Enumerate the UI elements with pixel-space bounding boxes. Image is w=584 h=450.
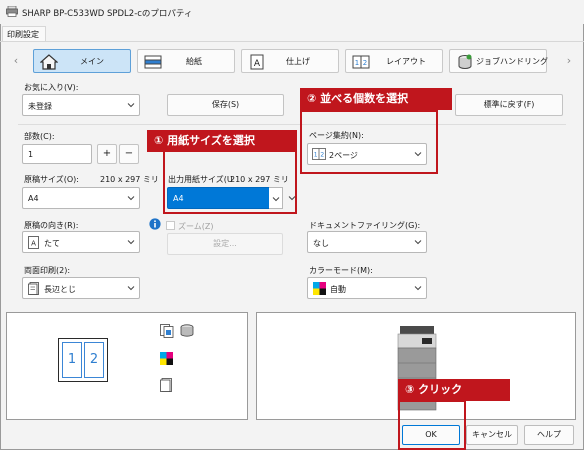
callout-paper-size-box [163,150,297,214]
svg-text:1: 1 [355,59,359,67]
tab-job-handling-label: ジョブハンドリング [476,57,548,66]
copies-label: 部数(C): [24,132,55,141]
info-icon[interactable] [149,218,161,230]
copies-input[interactable]: 1 [22,144,92,164]
layout-icon: 1 2 [352,55,370,69]
svg-text:A: A [254,59,261,69]
duplex-dropdown[interactable]: 長辺とじ [22,277,140,299]
tab-finishing[interactable]: A 仕上げ [241,49,339,73]
copies-icon [160,324,174,338]
finishing-icon: A [250,54,264,70]
orientation-dropdown[interactable]: A たて [22,231,140,253]
layout-preview-panel [6,312,248,420]
duplex-long-edge-icon [28,282,39,295]
copies-decrement-button[interactable]: − [119,144,139,164]
zoom-settings-button[interactable]: 設定... [167,233,283,255]
color-mode-label: カラーモード(M): [309,266,373,275]
tab-main-label: メイン [80,57,104,66]
callout-nup-label: ② 並べる個数を選択 [300,88,452,110]
cancel-button[interactable]: キャンセル [466,425,518,445]
chevron-down-icon [127,286,135,291]
tab-layout[interactable]: 1 2 レイアウト [345,49,443,73]
color-preview-icon [160,352,173,365]
document-filing-dropdown[interactable]: なし [307,231,427,253]
color-mode-value: 自動 [330,285,346,294]
section-divider [18,124,566,125]
favorites-value: 未登録 [28,102,52,111]
save-button[interactable]: 保存(S) [167,94,284,116]
portrait-page-icon: A [28,236,39,249]
preview-page-1: 1 [62,342,82,378]
callout-click-label: ③ クリック [398,379,510,401]
chevron-down-icon [127,240,135,245]
tab-layout-label: レイアウト [386,57,426,66]
orientation-value: たて [44,239,60,248]
tab-print-settings-label: 印刷設定 [7,30,39,39]
favorites-dropdown[interactable]: 未登録 [22,94,140,116]
chevron-down-icon [127,196,135,201]
original-size-dropdown[interactable]: A4 [22,187,140,209]
original-size-value: A4 [28,194,39,203]
scroll-left-icon[interactable]: ‹ [9,50,23,72]
callout-click-box [398,400,466,450]
favorites-label: お気に入り(V): [24,83,79,92]
duplex-preview-icon [160,378,172,392]
copies-increment-button[interactable]: + [97,144,117,164]
document-filing-label: ドキュメントファイリング(G): [309,221,421,230]
chevron-down-icon [127,103,135,108]
color-mode-dropdown[interactable]: 自動 [307,277,427,299]
paper-tray-icon [144,55,162,69]
window-title: SHARP BP-C533WD SPDL2-cのプロパティ [22,9,193,19]
tab-paper-source[interactable]: 給紙 [137,49,235,73]
original-size-dims: 210 x 297 ミリ [100,175,159,184]
zoom-checkbox[interactable] [166,221,175,230]
svg-text:A: A [31,240,36,248]
tab-paper-source-label: 給紙 [186,57,202,66]
printer-app-icon [6,6,18,17]
home-icon [40,54,58,70]
chevron-down-icon [414,240,422,245]
color-palette-icon [313,282,326,295]
duplex-label: 両面印刷(2): [24,266,71,275]
reset-default-button[interactable]: 標準に戻す(F) [455,94,563,116]
scroll-right-icon[interactable]: › [562,50,576,72]
document-filing-value: なし [313,239,329,248]
zoom-label: ズーム(Z) [178,222,214,231]
duplex-value: 長辺とじ [44,285,76,294]
svg-text:2: 2 [363,59,367,67]
tab-job-handling[interactable]: ジョブハンドリング [449,49,548,73]
callout-paper-size-label: ① 用紙サイズを選択 [147,130,297,152]
document-stack-icon [180,324,194,337]
copies-value: 1 [28,150,34,159]
job-handling-icon [458,54,472,69]
orientation-label: 原稿の向き(R): [24,221,79,230]
original-size-label: 原稿サイズ(O): [24,175,79,184]
preview-page-2: 2 [84,342,104,378]
chevron-down-icon [414,286,422,291]
help-button[interactable]: ヘルプ [524,425,574,445]
callout-nup-box [300,110,438,174]
tab-main[interactable]: メイン [33,49,131,73]
tab-strip-divider [0,41,584,42]
tab-finishing-label: 仕上げ [286,57,310,66]
